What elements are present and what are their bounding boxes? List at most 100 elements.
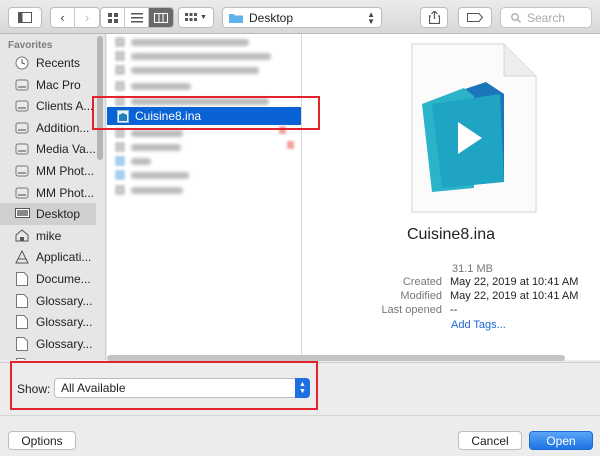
tag-icon	[467, 13, 483, 22]
document-icon	[14, 272, 30, 287]
forward-button[interactable]: ›	[75, 8, 99, 27]
horizontal-scrollbar[interactable]	[107, 355, 565, 361]
preview-pane: Cuisine8.ina 31.1 MB Created May 22, 201…	[302, 34, 600, 360]
sidebar-item[interactable]: Glossary...	[0, 311, 96, 333]
back-button[interactable]: ‹	[51, 8, 75, 27]
sidebar-item[interactable]: mike	[0, 225, 96, 247]
sidebar-item-label: Media Va...	[36, 142, 96, 157]
modified-label: Modified	[400, 290, 442, 302]
sidebar-item-label: mike	[36, 228, 62, 243]
sidebar-item[interactable]: Desktop	[0, 203, 96, 226]
search-field[interactable]: Search	[500, 7, 592, 28]
desktop-icon	[14, 207, 30, 222]
sidebar-scrollbar[interactable]	[97, 36, 103, 160]
home-icon	[14, 228, 30, 243]
sidebar-item-label: Glossary...	[36, 293, 93, 308]
document-icon	[14, 315, 30, 330]
sidebar-item-label: Docume...	[36, 272, 91, 286]
sidebar-item[interactable]: Mac Pro	[0, 74, 96, 96]
sidebar-icon	[18, 12, 32, 23]
modified-value: May 22, 2019 at 10:41 AM	[450, 290, 579, 302]
bottom-pane: Show: All Available ▲ ▼ Options Cancel Op…	[0, 362, 600, 456]
column-view-icon	[154, 12, 168, 23]
sidebar-item[interactable]: Media Va...	[0, 138, 96, 160]
tags-button[interactable]	[458, 7, 492, 28]
document-icon	[14, 293, 30, 308]
show-select-value: All Available	[61, 381, 126, 395]
last-opened-label: Last opened	[381, 304, 442, 316]
search-placeholder: Search	[527, 10, 566, 25]
location-label: Desktop	[249, 10, 294, 25]
sidebar-item-label: MM Phot...	[36, 164, 95, 178]
sidebar-item-label: Glossary...	[36, 336, 93, 351]
sidebar-item-label: Mac Pro	[36, 77, 81, 92]
document-preview-icon	[411, 43, 537, 213]
show-select[interactable]: All Available ▲ ▼	[54, 378, 310, 398]
drive-icon	[14, 77, 30, 92]
sidebar-item[interactable]: MM Phot...	[0, 160, 96, 182]
folder-icon	[229, 14, 243, 23]
drive-icon	[14, 164, 30, 179]
share-icon	[428, 11, 440, 24]
document-icon	[14, 336, 30, 351]
drive-icon	[14, 99, 30, 114]
last-opened-value: --	[450, 304, 458, 316]
sidebar-item[interactable]: Glossary...	[0, 290, 96, 312]
drive-icon	[14, 142, 30, 157]
preview-file-size: 31.1 MB	[452, 263, 493, 275]
preview-file-name: Cuisine8.ina	[406, 226, 496, 243]
select-arrows-icon: ▲ ▼	[295, 378, 310, 398]
created-label: Created	[402, 276, 442, 288]
sidebar-item[interactable]: Clients A...	[0, 95, 96, 117]
share-button[interactable]	[420, 7, 448, 28]
chevron-right-icon: ›	[84, 10, 90, 25]
arrange-icon	[185, 12, 198, 21]
sidebar-heading: Favorites	[8, 40, 53, 51]
file-icon	[117, 109, 129, 123]
back-forward-buttons: ‹ ›	[50, 7, 100, 28]
view-mode-buttons	[100, 7, 174, 28]
drive-icon	[14, 120, 30, 135]
search-icon	[511, 12, 521, 23]
icon-view-icon	[107, 12, 118, 23]
sidebar-item-label: Clients A...	[36, 99, 94, 114]
sidebar-item[interactable]: Glossary...	[0, 333, 96, 355]
add-tags-link[interactable]: Add Tags...	[451, 319, 506, 331]
selected-file-name: Cuisine8.ina	[135, 109, 202, 123]
sidebar-item-label: Addition...	[36, 120, 90, 135]
arrange-button[interactable]: ▼	[178, 7, 214, 28]
column-view-button[interactable]	[149, 8, 173, 27]
document-icon	[14, 358, 30, 360]
sidebar: Favorites Recents Mac Pro Clients A... Addi…	[0, 34, 106, 360]
sidebar-item-label: Glossary...	[36, 358, 92, 360]
open-button[interactable]: Open	[529, 431, 593, 450]
sidebar-item[interactable]: Addition...	[0, 117, 96, 139]
applications-icon	[14, 250, 30, 265]
list-view-button[interactable]	[125, 8, 149, 27]
clock-icon	[14, 56, 30, 71]
chevron-left-icon: ‹	[60, 10, 65, 25]
sidebar-item[interactable]: Docume...	[0, 268, 96, 290]
sidebar-item[interactable]: Applicati...	[0, 246, 96, 268]
sidebar-toggle-button[interactable]	[8, 7, 42, 28]
footer-divider	[0, 415, 600, 416]
file-list: Cuisine8.ina	[107, 34, 301, 360]
sidebar-item-label: Recents	[36, 56, 81, 70]
tag-marker	[279, 126, 286, 134]
popup-arrows-icon: ▲ ▼	[367, 10, 375, 26]
location-popup[interactable]: Desktop ▲ ▼	[222, 7, 382, 28]
sidebar-item-label: Desktop	[36, 207, 81, 222]
sidebar-item-label: Applicati...	[36, 250, 92, 265]
options-button[interactable]: Options	[8, 431, 76, 450]
icon-view-button[interactable]	[101, 8, 125, 27]
list-view-icon	[130, 12, 143, 22]
sidebar-item[interactable]: Recents	[0, 52, 96, 74]
tag-marker	[287, 141, 294, 149]
chevron-down-icon: ▼	[200, 14, 207, 21]
selected-file-row[interactable]: Cuisine8.ina	[107, 107, 301, 125]
show-label: Show:	[17, 382, 51, 396]
sidebar-item[interactable]: Glossary...	[0, 354, 96, 360]
created-value: May 22, 2019 at 10:41 AM	[450, 276, 579, 288]
cancel-button[interactable]: Cancel	[458, 431, 522, 450]
sidebar-item[interactable]: MM Phot...	[0, 182, 96, 204]
